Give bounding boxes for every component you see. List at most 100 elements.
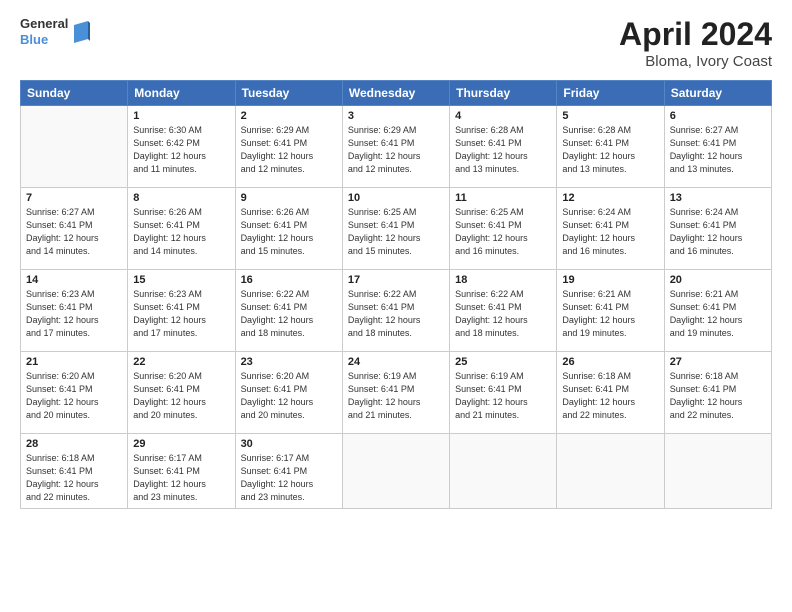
- day-info: Sunrise: 6:29 AM Sunset: 6:41 PM Dayligh…: [348, 124, 444, 176]
- day-info: Sunrise: 6:25 AM Sunset: 6:41 PM Dayligh…: [348, 206, 444, 258]
- calendar-cell: 2Sunrise: 6:29 AM Sunset: 6:41 PM Daylig…: [235, 106, 342, 188]
- day-number: 18: [455, 274, 551, 286]
- day-info: Sunrise: 6:28 AM Sunset: 6:41 PM Dayligh…: [455, 124, 551, 176]
- day-info: Sunrise: 6:27 AM Sunset: 6:41 PM Dayligh…: [670, 124, 766, 176]
- day-number: 30: [241, 438, 337, 450]
- day-info: Sunrise: 6:20 AM Sunset: 6:41 PM Dayligh…: [133, 370, 229, 422]
- day-number: 3: [348, 110, 444, 122]
- calendar-cell: 30Sunrise: 6:17 AM Sunset: 6:41 PM Dayli…: [235, 434, 342, 509]
- calendar-row: 21 Sunrise: 6:20 AM Sunset: 6:41 PM Dayli…: [21, 352, 772, 434]
- calendar-cell: 25 Sunrise: 6:19 AM Sunset: 6:41 PM Dayli…: [450, 352, 557, 434]
- day-number: 13: [670, 192, 766, 204]
- calendar-cell: 18 Sunrise: 6:22 AM Sunset: 6:41 PM Dayli…: [450, 270, 557, 352]
- day-info: Sunrise: 6:28 AM Sunset: 6:41 PM Dayligh…: [562, 124, 658, 176]
- calendar-cell: 1Sunrise: 6:30 AM Sunset: 6:42 PM Daylig…: [128, 106, 235, 188]
- calendar-cell: 29 Sunrise: 6:17 AM Sunset: 6:41 PM Dayli…: [128, 434, 235, 509]
- calendar-cell: 8Sunrise: 6:26 AM Sunset: 6:41 PM Daylig…: [128, 188, 235, 270]
- day-number: 2: [241, 110, 337, 122]
- day-number: 12: [562, 192, 658, 204]
- header: General Blue April 2024 Bloma, Ivory Coa…: [20, 16, 772, 70]
- calendar-row: 28 Sunrise: 6:18 AM Sunset: 6:41 PM Dayli…: [21, 434, 772, 509]
- calendar-cell: 17 Sunrise: 6:22 AM Sunset: 6:41 PM Dayli…: [342, 270, 449, 352]
- day-info: Sunrise: 6:19 AM Sunset: 6:41 PM Dayligh…: [455, 370, 551, 422]
- calendar-cell: 6Sunrise: 6:27 AM Sunset: 6:41 PM Daylig…: [664, 106, 771, 188]
- title-block: April 2024 Bloma, Ivory Coast: [619, 16, 772, 70]
- day-info: Sunrise: 6:30 AM Sunset: 6:42 PM Dayligh…: [133, 124, 229, 176]
- header-row: SundayMondayTuesdayWednesdayThursdayFrid…: [21, 81, 772, 106]
- day-info: Sunrise: 6:20 AM Sunset: 6:41 PM Dayligh…: [26, 370, 122, 422]
- calendar-row: 7 Sunrise: 6:27 AM Sunset: 6:41 PM Daylig…: [21, 188, 772, 270]
- day-info: Sunrise: 6:24 AM Sunset: 6:41 PM Dayligh…: [562, 206, 658, 258]
- logo-line2: Blue: [20, 32, 68, 48]
- calendar-cell: 16Sunrise: 6:22 AM Sunset: 6:41 PM Dayli…: [235, 270, 342, 352]
- logo-line1: General: [20, 16, 68, 32]
- calendar-cell: 5 Sunrise: 6:28 AM Sunset: 6:41 PM Daylig…: [557, 106, 664, 188]
- page: General Blue April 2024 Bloma, Ivory Coa…: [0, 0, 792, 612]
- day-number: 27: [670, 356, 766, 368]
- day-number: 17: [348, 274, 444, 286]
- day-number: 14: [26, 274, 122, 286]
- day-info: Sunrise: 6:27 AM Sunset: 6:41 PM Dayligh…: [26, 206, 122, 258]
- day-info: Sunrise: 6:22 AM Sunset: 6:41 PM Dayligh…: [455, 288, 551, 340]
- calendar-cell: 19Sunrise: 6:21 AM Sunset: 6:41 PM Dayli…: [557, 270, 664, 352]
- day-info: Sunrise: 6:22 AM Sunset: 6:41 PM Dayligh…: [348, 288, 444, 340]
- calendar-cell: [557, 434, 664, 509]
- calendar-cell: 7 Sunrise: 6:27 AM Sunset: 6:41 PM Daylig…: [21, 188, 128, 270]
- day-number: 7: [26, 192, 122, 204]
- day-info: Sunrise: 6:20 AM Sunset: 6:41 PM Dayligh…: [241, 370, 337, 422]
- day-number: 23: [241, 356, 337, 368]
- calendar-cell: 12 Sunrise: 6:24 AM Sunset: 6:41 PM Dayli…: [557, 188, 664, 270]
- day-info: Sunrise: 6:18 AM Sunset: 6:41 PM Dayligh…: [26, 452, 122, 504]
- calendar-cell: [21, 106, 128, 188]
- calendar-cell: 22Sunrise: 6:20 AM Sunset: 6:41 PM Dayli…: [128, 352, 235, 434]
- calendar-cell: 15Sunrise: 6:23 AM Sunset: 6:41 PM Dayli…: [128, 270, 235, 352]
- day-number: 28: [26, 438, 122, 450]
- calendar-cell: 24Sunrise: 6:19 AM Sunset: 6:41 PM Dayli…: [342, 352, 449, 434]
- day-number: 29: [133, 438, 229, 450]
- calendar-body: 1Sunrise: 6:30 AM Sunset: 6:42 PM Daylig…: [21, 106, 772, 509]
- day-info: Sunrise: 6:22 AM Sunset: 6:41 PM Dayligh…: [241, 288, 337, 340]
- calendar-cell: [342, 434, 449, 509]
- calendar-cell: 3 Sunrise: 6:29 AM Sunset: 6:41 PM Daylig…: [342, 106, 449, 188]
- day-number: 15: [133, 274, 229, 286]
- calendar-cell: 4 Sunrise: 6:28 AM Sunset: 6:41 PM Daylig…: [450, 106, 557, 188]
- calendar-header: SundayMondayTuesdayWednesdayThursdayFrid…: [21, 81, 772, 106]
- weekday-header: Monday: [128, 81, 235, 106]
- day-number: 11: [455, 192, 551, 204]
- day-number: 5: [562, 110, 658, 122]
- day-number: 10: [348, 192, 444, 204]
- calendar-cell: 21 Sunrise: 6:20 AM Sunset: 6:41 PM Dayli…: [21, 352, 128, 434]
- day-number: 9: [241, 192, 337, 204]
- calendar-cell: 26Sunrise: 6:18 AM Sunset: 6:41 PM Dayli…: [557, 352, 664, 434]
- day-info: Sunrise: 6:21 AM Sunset: 6:41 PM Dayligh…: [670, 288, 766, 340]
- calendar-cell: 13 Sunrise: 6:24 AM Sunset: 6:41 PM Dayli…: [664, 188, 771, 270]
- calendar-cell: 11 Sunrise: 6:25 AM Sunset: 6:41 PM Dayli…: [450, 188, 557, 270]
- day-number: 24: [348, 356, 444, 368]
- weekday-header: Sunday: [21, 81, 128, 106]
- calendar-cell: [664, 434, 771, 509]
- calendar-cell: 27 Sunrise: 6:18 AM Sunset: 6:41 PM Dayli…: [664, 352, 771, 434]
- logo-text: General Blue: [20, 16, 68, 47]
- day-info: Sunrise: 6:26 AM Sunset: 6:41 PM Dayligh…: [133, 206, 229, 258]
- day-number: 25: [455, 356, 551, 368]
- day-info: Sunrise: 6:18 AM Sunset: 6:41 PM Dayligh…: [670, 370, 766, 422]
- day-info: Sunrise: 6:23 AM Sunset: 6:41 PM Dayligh…: [26, 288, 122, 340]
- day-number: 26: [562, 356, 658, 368]
- calendar-cell: 23 Sunrise: 6:20 AM Sunset: 6:41 PM Dayli…: [235, 352, 342, 434]
- day-number: 21: [26, 356, 122, 368]
- logo-icon: [72, 21, 90, 43]
- weekday-header: Wednesday: [342, 81, 449, 106]
- day-info: Sunrise: 6:25 AM Sunset: 6:41 PM Dayligh…: [455, 206, 551, 258]
- weekday-header: Friday: [557, 81, 664, 106]
- day-number: 4: [455, 110, 551, 122]
- day-info: Sunrise: 6:17 AM Sunset: 6:41 PM Dayligh…: [133, 452, 229, 504]
- day-info: Sunrise: 6:21 AM Sunset: 6:41 PM Dayligh…: [562, 288, 658, 340]
- day-info: Sunrise: 6:24 AM Sunset: 6:41 PM Dayligh…: [670, 206, 766, 258]
- day-number: 20: [670, 274, 766, 286]
- calendar-row: 1Sunrise: 6:30 AM Sunset: 6:42 PM Daylig…: [21, 106, 772, 188]
- calendar-cell: 28 Sunrise: 6:18 AM Sunset: 6:41 PM Dayli…: [21, 434, 128, 509]
- calendar-cell: 14 Sunrise: 6:23 AM Sunset: 6:41 PM Dayli…: [21, 270, 128, 352]
- weekday-header: Saturday: [664, 81, 771, 106]
- calendar-cell: 10 Sunrise: 6:25 AM Sunset: 6:41 PM Dayli…: [342, 188, 449, 270]
- calendar-row: 14 Sunrise: 6:23 AM Sunset: 6:41 PM Dayli…: [21, 270, 772, 352]
